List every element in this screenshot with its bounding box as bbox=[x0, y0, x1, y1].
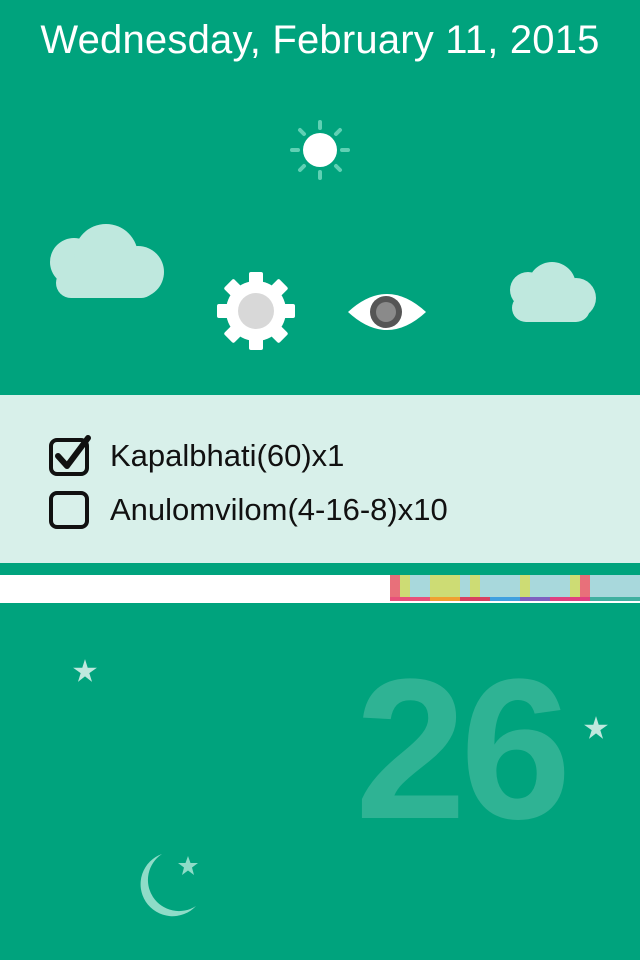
task-label: Anulomvilom(4-16-8)x10 bbox=[110, 492, 448, 527]
eye-icon[interactable] bbox=[346, 288, 428, 336]
day-counter: 26 bbox=[355, 638, 571, 861]
gear-icon[interactable] bbox=[215, 270, 297, 352]
progress-strip bbox=[0, 575, 640, 603]
task-item[interactable]: Kapalbhati(60)x1 bbox=[48, 432, 344, 480]
task-item[interactable]: Anulomvilom(4-16-8)x10 bbox=[48, 486, 448, 534]
cloud-icon[interactable] bbox=[46, 222, 166, 312]
task-label: Kapalbhati(60)x1 bbox=[110, 438, 345, 473]
star-icon bbox=[73, 659, 97, 682]
date-title: Wednesday, February 11, 2015 bbox=[40, 18, 600, 62]
cloud-icon[interactable] bbox=[506, 258, 596, 330]
moon-icon bbox=[140, 854, 198, 917]
color-bar bbox=[390, 575, 640, 601]
sun-icon[interactable] bbox=[288, 118, 352, 182]
checkbox-checked-icon[interactable] bbox=[48, 434, 92, 478]
star-icon bbox=[584, 716, 608, 739]
task-list: Kapalbhati(60)x1 Anulomvilom(4-16-8)x10 bbox=[0, 395, 640, 563]
checkbox-unchecked-icon[interactable] bbox=[48, 488, 92, 532]
